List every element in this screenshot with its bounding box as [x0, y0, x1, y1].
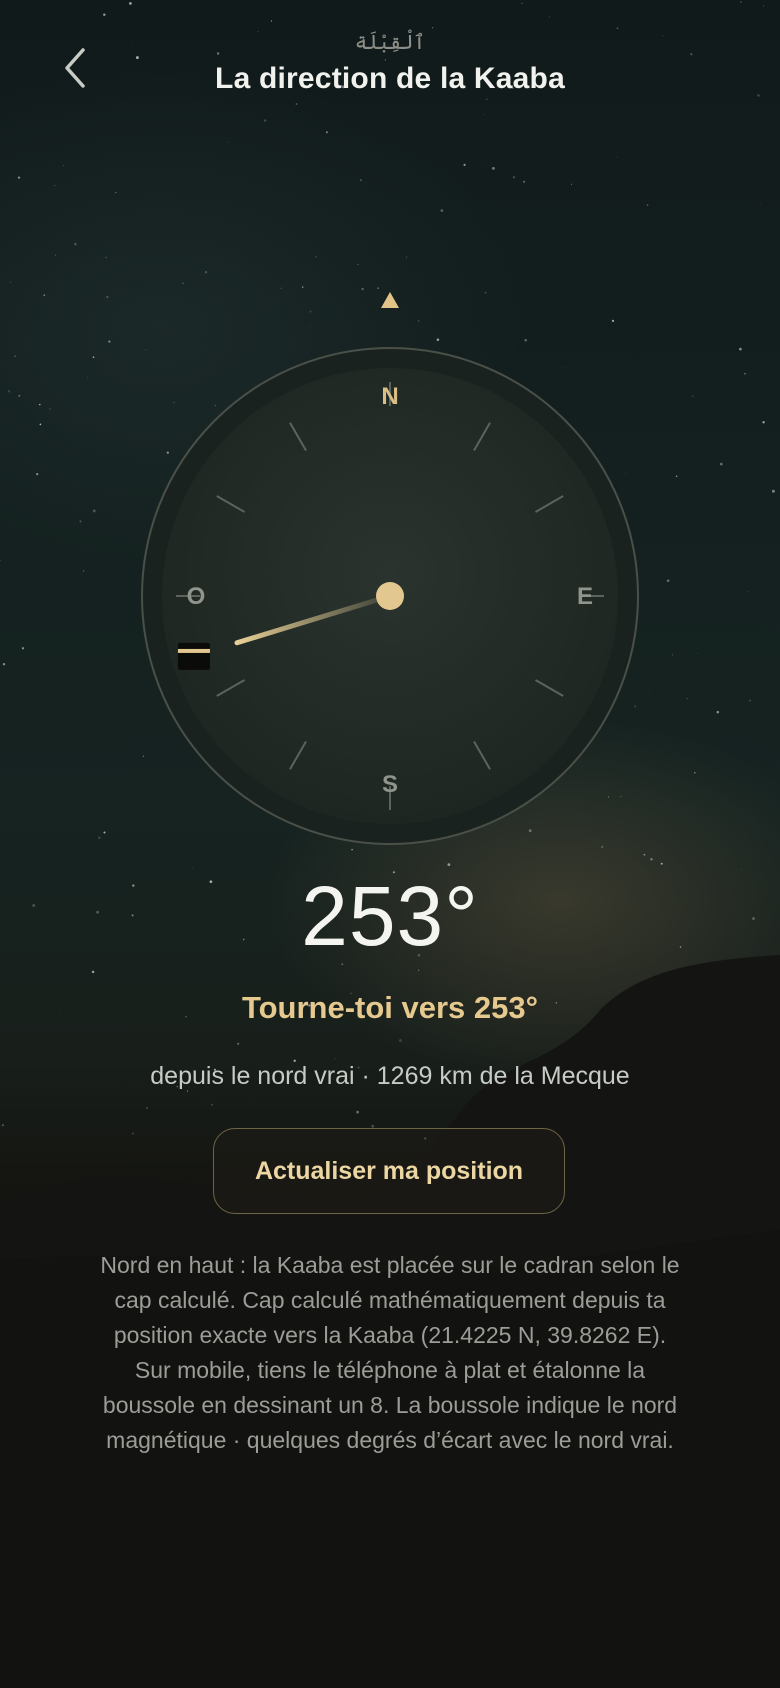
cardinal-north: N — [381, 383, 398, 410]
header: ٱلْقِبْلَة La direction de la Kaaba — [0, 0, 780, 120]
kaaba-icon — [177, 642, 210, 670]
arabic-subtitle: ٱلْقِبْلَة — [354, 30, 426, 54]
cardinal-south: S — [382, 771, 398, 798]
distance-info: depuis le nord vrai · 1269 km de la Mecq… — [150, 1062, 630, 1090]
cardinal-west: O — [187, 583, 206, 610]
refresh-location-button[interactable]: Actualiser ma position — [213, 1128, 565, 1214]
qibla-compass: N E S O — [0, 280, 780, 860]
heading-degrees: 253° — [301, 869, 479, 963]
cardinal-east: E — [577, 583, 593, 610]
turn-instruction: Tourne-toi vers 253° — [241, 990, 539, 1025]
compass-center — [376, 582, 404, 610]
info-paragraph: Nord en haut : la Kaaba est placée sur l… — [100, 1252, 680, 1453]
compass-dial: N E S O — [141, 292, 639, 845]
triangle-up-icon — [381, 292, 399, 308]
page-title: La direction de la Kaaba — [215, 62, 565, 95]
